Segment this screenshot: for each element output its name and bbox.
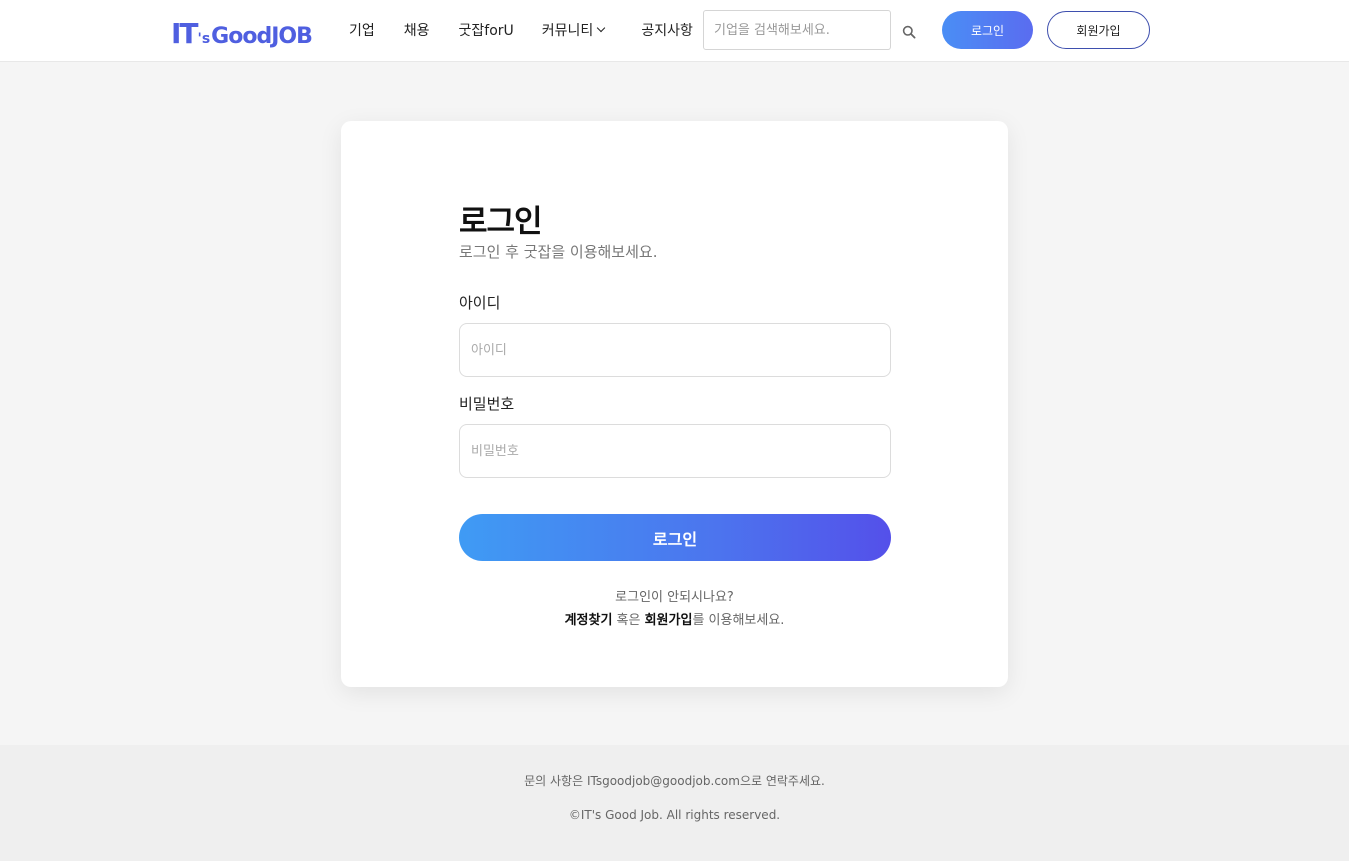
footer-copyright: ©IT's Good Job. All rights reserved. (568, 808, 781, 822)
password-label: 비밀번호 (459, 395, 515, 413)
logo-part-goodjob: GoodJOB (211, 24, 313, 49)
signup-link[interactable]: 회원가입 (645, 613, 693, 628)
nav-item-community-label: 커뮤니티 (541, 23, 594, 39)
logo-part-s: 's (197, 31, 211, 47)
nav-item-notice[interactable]: 공지사항 (641, 20, 693, 40)
search-input[interactable] (704, 11, 890, 49)
login-help-question: 로그인이 안되시나요? (615, 590, 734, 605)
page-subtitle: 로그인 후 굿잡을 이용해보세요. (459, 243, 658, 261)
help-or-text: 혹은 (612, 613, 645, 628)
password-field-box (459, 424, 891, 478)
main-nav: 기업 채용 굿잡forU 커뮤니티 공지사항 (349, 20, 721, 40)
chevron-down-icon (597, 23, 606, 33)
logo-part-it: IT (171, 17, 198, 50)
login-submit-button[interactable]: 로그인 (459, 514, 891, 561)
help-suffix-text: 를 이용해보세요. (692, 613, 785, 628)
site-header: IT 's GoodJOB 기업 채용 굿잡forU 커뮤니티 공지사항 로그인… (0, 0, 1349, 62)
header-signup-button[interactable]: 회원가입 (1047, 11, 1150, 49)
nav-item-community[interactable]: 커뮤니티 (541, 20, 606, 40)
nav-item-goodjob-foru[interactable]: 굿잡forU (459, 20, 514, 40)
nav-item-jobs[interactable]: 채용 (404, 20, 430, 40)
page-title: 로그인 (459, 204, 543, 240)
site-footer: 문의 사항은 ITsgoodjob@goodjob.com으로 연락주세요. ©… (0, 745, 1349, 861)
header-login-button[interactable]: 로그인 (942, 11, 1033, 49)
company-search (703, 10, 891, 50)
site-logo[interactable]: IT 's GoodJOB (171, 14, 313, 50)
nav-item-company[interactable]: 기업 (349, 20, 375, 40)
login-card: 로그인 로그인 후 굿잡을 이용해보세요. 아이디 비밀번호 로그인 로그인이 … (341, 121, 1008, 687)
id-label: 아이디 (459, 294, 501, 312)
find-account-link[interactable]: 계정찾기 (565, 613, 613, 628)
id-field-box (459, 323, 891, 377)
password-field[interactable] (460, 425, 890, 477)
footer-contact: 문의 사항은 ITsgoodjob@goodjob.com으로 연락주세요. (524, 774, 825, 788)
login-help-links: 계정찾기 혹은 회원가입를 이용해보세요. (341, 609, 1008, 628)
id-field[interactable] (460, 324, 890, 376)
search-icon[interactable] (902, 25, 916, 39)
